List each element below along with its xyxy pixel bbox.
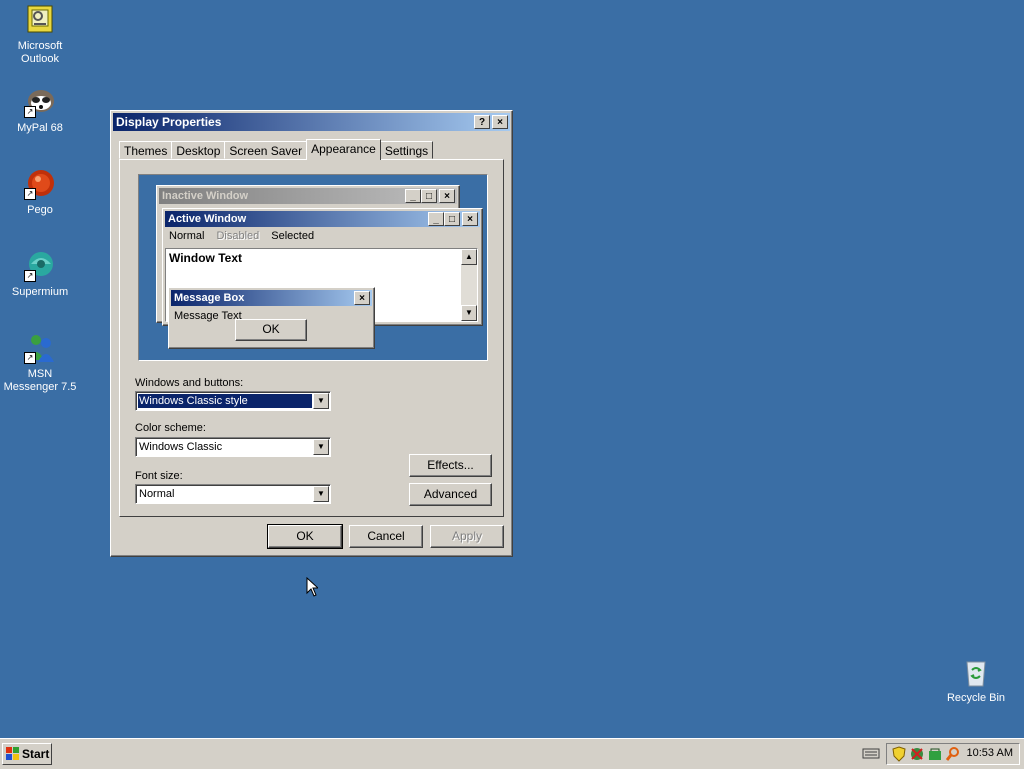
close-icon: × [462, 212, 478, 226]
chevron-down-icon[interactable]: ▼ [313, 486, 329, 502]
desktop-icon-label: Messenger 7.5 [3, 381, 77, 393]
desktop-icon-recycle-bin[interactable]: Recycle Bin [936, 656, 1016, 705]
tab-screen-saver[interactable]: Screen Saver [224, 141, 308, 159]
windows-buttons-select[interactable]: Windows Classic style ▼ [135, 391, 331, 411]
menu-normal: Normal [169, 230, 205, 242]
color-scheme-select[interactable]: Windows Classic ▼ [135, 437, 331, 457]
maximize-icon: □ [421, 189, 437, 203]
shortcut-arrow-icon: ↗ [24, 270, 36, 282]
tab-strip: Themes Desktop Screen Saver Appearance S… [119, 139, 434, 160]
shortcut-arrow-icon: ↗ [24, 352, 36, 364]
desktop-icon-supermium[interactable]: ↗ Supermium [0, 250, 80, 299]
desktop-icon-label: MyPal 68 [17, 122, 63, 134]
tab-settings[interactable]: Settings [379, 141, 434, 159]
tab-themes[interactable]: Themes [119, 141, 173, 159]
desktop-icon-msn-messenger[interactable]: ↗ MSN Messenger 7.5 [0, 332, 80, 394]
message-box-titlebar: Message Box × [171, 290, 372, 306]
message-text: Message Text [174, 310, 242, 322]
desktop-icon-label: Supermium [11, 286, 69, 298]
desktop-icon-label: MSN [27, 368, 53, 380]
advanced-button[interactable]: Advanced [409, 483, 492, 506]
search-icon[interactable] [945, 746, 961, 765]
shortcut-arrow-icon: ↗ [24, 188, 36, 200]
apply-button[interactable]: Apply [430, 525, 504, 548]
preview-menu-bar: Normal Disabled Selected [169, 230, 314, 242]
network-icon[interactable] [909, 746, 925, 765]
keyboard-icon[interactable] [862, 746, 880, 763]
desktop-icon-label: Recycle Bin [946, 692, 1006, 704]
font-size-value: Normal [139, 488, 175, 500]
appearance-preview: Inactive Window _ □ × Active Window _ □ … [138, 174, 488, 361]
cancel-button[interactable]: Cancel [349, 525, 423, 548]
windows-buttons-value: Windows Classic style [137, 393, 313, 409]
desktop-icon-mypal[interactable]: ↗ MyPal 68 [0, 86, 80, 135]
active-window-title: Active Window [168, 213, 247, 225]
dialog-title: Display Properties [116, 115, 222, 129]
mouse-pointer-icon [306, 576, 320, 600]
scroll-down-icon: ▼ [461, 305, 477, 321]
menu-selected: Selected [271, 230, 315, 242]
start-button[interactable]: Start [2, 743, 52, 765]
menu-disabled: Disabled [216, 230, 260, 242]
font-size-label: Font size: [135, 470, 183, 482]
preview-scrollbar: ▲ ▼ [461, 249, 477, 321]
desktop-icon-label: Pego [27, 204, 53, 216]
windows-logo-icon [6, 747, 20, 767]
tab-desktop[interactable]: Desktop [171, 141, 226, 159]
dialog-titlebar[interactable]: Display Properties ? × [113, 113, 510, 131]
preview-ok-button: OK [235, 319, 307, 341]
close-button[interactable]: × [492, 115, 508, 129]
appearance-panel: Inactive Window _ □ × Active Window _ □ … [119, 159, 504, 517]
system-tray: 10:53 AM [886, 743, 1020, 765]
raccoon-icon: ↗ [24, 86, 56, 118]
help-button[interactable]: ? [474, 115, 490, 129]
inactive-titlebar: Inactive Window _ □ × [159, 188, 457, 204]
outlook-icon [24, 4, 56, 36]
security-icon[interactable] [927, 746, 943, 765]
start-label: Start [22, 747, 50, 761]
font-size-select[interactable]: Normal ▼ [135, 484, 331, 504]
taskbar: Start 10:53 AM [0, 738, 1024, 769]
minimize-icon: _ [405, 189, 421, 203]
message-box-title: Message Box [174, 292, 245, 304]
scroll-up-icon: ▲ [461, 249, 477, 265]
close-icon: × [354, 291, 370, 305]
ok-button[interactable]: OK [267, 524, 343, 549]
clock[interactable]: 10:53 AM [967, 747, 1013, 759]
display-properties-dialog: Display Properties ? × Themes Desktop Sc… [110, 110, 513, 557]
tab-appearance[interactable]: Appearance [306, 139, 381, 160]
desktop-icon-label: Outlook [21, 53, 59, 65]
inactive-window-title: Inactive Window [162, 190, 249, 202]
maximize-icon: □ [444, 212, 460, 226]
supermium-icon: ↗ [24, 250, 56, 282]
shortcut-arrow-icon: ↗ [24, 106, 36, 118]
recycle-bin-icon [960, 656, 992, 688]
window-text: Window Text [169, 251, 242, 265]
msn-messenger-icon: ↗ [24, 332, 56, 364]
windows-buttons-label: Windows and buttons: [135, 377, 244, 389]
preview-message-box: Message Box × Message Text OK [168, 287, 375, 349]
color-scheme-value: Windows Classic [139, 441, 223, 453]
effects-button[interactable]: Effects... [409, 454, 492, 477]
pego-icon: ↗ [24, 168, 56, 200]
close-icon: × [439, 189, 455, 203]
chevron-down-icon[interactable]: ▼ [313, 393, 329, 409]
desktop-icon-pego[interactable]: ↗ Pego [0, 168, 80, 217]
color-scheme-label: Color scheme: [135, 422, 206, 434]
desktop-icon-label: Microsoft [17, 40, 63, 52]
desktop-icon-outlook[interactable]: Microsoft Outlook [0, 4, 80, 66]
minimize-icon: _ [428, 212, 444, 226]
shield-icon[interactable] [891, 746, 907, 765]
active-titlebar: Active Window _ □ × [165, 211, 480, 227]
chevron-down-icon[interactable]: ▼ [313, 439, 329, 455]
